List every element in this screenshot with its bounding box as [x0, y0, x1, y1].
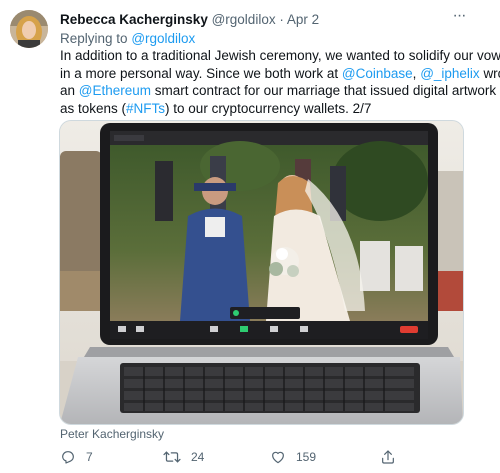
tweet-text-line-4: as tokens (#NFTs) to our cryptocurrency …	[60, 100, 470, 118]
tweet-text-line-2: in a more personal way. Since we both wo…	[60, 65, 500, 83]
tweet-text-fragment: smart contract for our marriage that iss…	[154, 83, 497, 98]
tweet-text-fragment: ) to our cryptocurrency wallets. 2/7	[165, 100, 372, 116]
like-count: 159	[296, 450, 317, 464]
separator-dot: ·	[279, 12, 284, 27]
retweet-count: 24	[191, 450, 205, 464]
tweet-header: Rebecca Kacherginsky @rgoldilox · Apr 2	[60, 11, 460, 28]
tweet-text-fragment: ,	[412, 65, 417, 81]
tweet-text-fragment: an	[60, 83, 76, 98]
avatar[interactable]	[10, 10, 48, 48]
tweet-text: In addition to a traditional Jewish cere…	[60, 47, 500, 118]
heart-icon	[272, 451, 284, 464]
share-icon	[382, 450, 394, 464]
more-options-icon[interactable]: ···	[447, 6, 471, 26]
tweet-date[interactable]: Apr 2	[287, 12, 319, 27]
handle[interactable]: @rgoldilox	[212, 12, 276, 27]
retweet-button[interactable]: 24	[163, 447, 204, 467]
tweet-text-line-1: In addition to a traditional Jewish cere…	[60, 48, 500, 63]
replying-handle-link[interactable]: @rgoldilox	[131, 31, 195, 46]
tweet: Rebecca Kacherginsky @rgoldilox · Apr 2 …	[0, 0, 500, 473]
replying-prefix: Replying to	[60, 31, 128, 46]
tweet-text-fragment: in a more personal way. Since we both wo…	[60, 65, 339, 81]
mention-iphelix[interactable]: @_iphelix	[420, 66, 479, 81]
hashtag-nfts[interactable]: #NFTs	[126, 101, 165, 116]
tweet-text-line-3: an @Ethereum smart contract for our marr…	[60, 82, 496, 100]
avatar-photo	[10, 10, 48, 48]
tweet-text-fragment: wrote	[483, 65, 500, 81]
laptop-zoom-photo	[60, 121, 463, 424]
reply-icon	[62, 451, 74, 464]
display-name[interactable]: Rebecca Kacherginsky	[60, 12, 208, 27]
tweet-actions: 7 24 159	[60, 447, 480, 467]
reply-button[interactable]: 7	[60, 447, 93, 467]
tweet-text-fragment: as tokens (	[60, 100, 127, 116]
tweet-photo[interactable]	[59, 120, 464, 425]
mention-ethereum[interactable]: @Ethereum	[79, 83, 151, 98]
replying-to: Replying to @rgoldilox	[60, 30, 195, 47]
reply-count: 7	[86, 450, 93, 464]
mention-coinbase[interactable]: @Coinbase	[342, 66, 413, 81]
share-button[interactable]	[380, 447, 396, 467]
retweet-icon	[163, 451, 181, 463]
like-button[interactable]: 159	[270, 447, 316, 467]
media-tag[interactable]: Peter Kacherginsky	[60, 427, 164, 441]
